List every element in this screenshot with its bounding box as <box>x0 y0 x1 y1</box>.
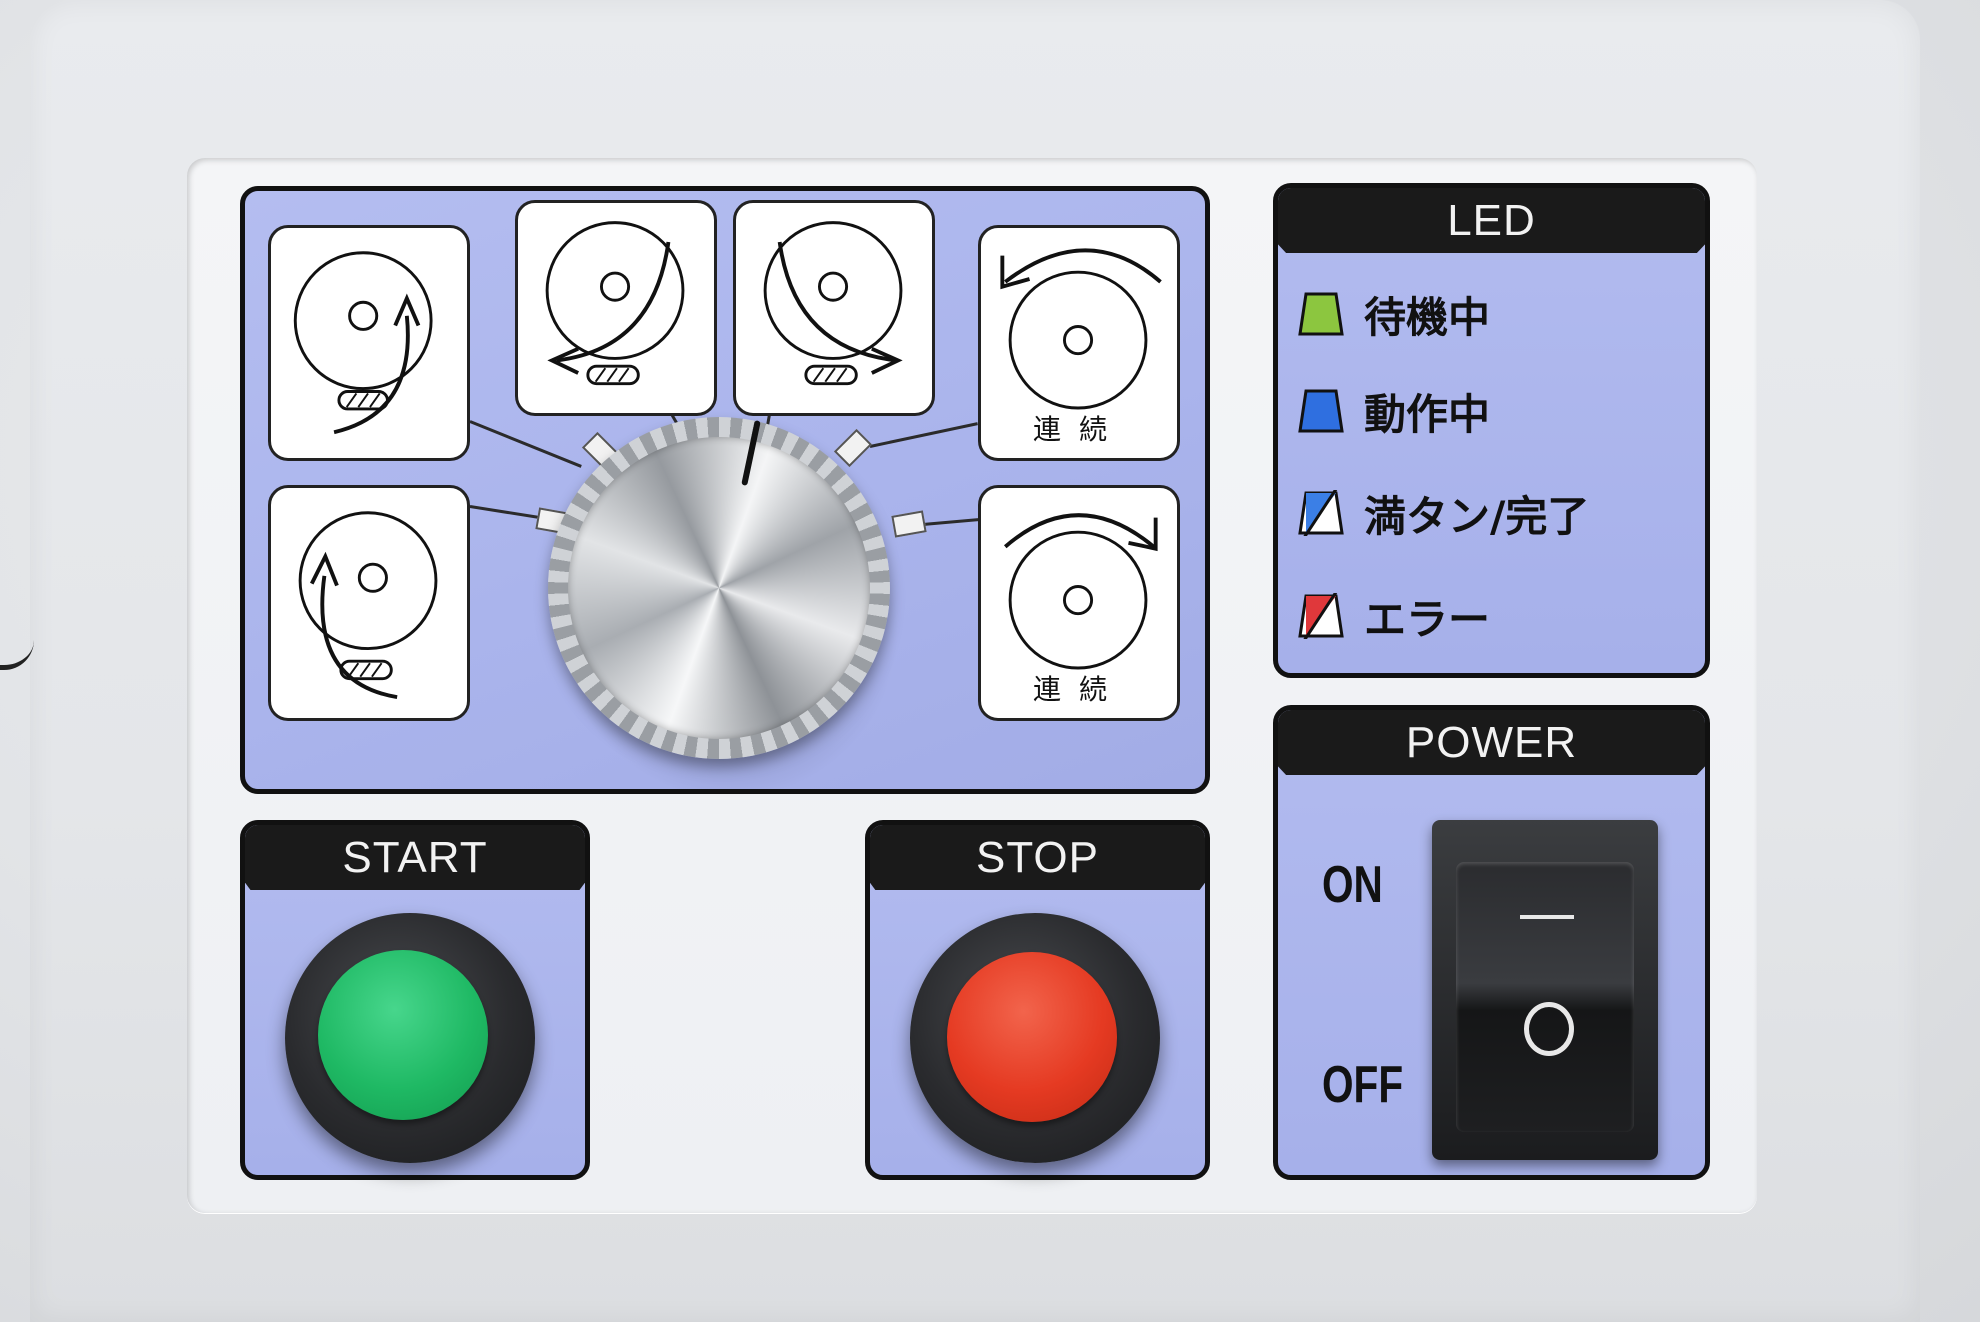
led-legend-section: LED 待機中 動作中 満タン/完了 エラー <box>1273 183 1710 678</box>
switch-off-mark <box>1524 1002 1574 1056</box>
led-red-blink-icon <box>1294 582 1344 654</box>
led-header: LED <box>1278 188 1705 253</box>
on-label: ON <box>1322 856 1383 914</box>
led-blue-blink-icon <box>1294 479 1344 551</box>
led-label: 動作中 <box>1364 389 1491 439</box>
mode-tile-rotate-right <box>733 200 935 416</box>
mode-tile-rotate-up-cw <box>268 485 470 721</box>
continuous-label: 連続 <box>1032 413 1125 446</box>
mode-tile-rotate-left <box>515 200 717 416</box>
knob-face[interactable] <box>568 437 870 739</box>
power-header: POWER <box>1278 710 1705 775</box>
reel-arrow-up-icon <box>293 251 433 435</box>
reel-arrow-left-icon <box>545 221 685 386</box>
power-rocker-switch[interactable] <box>1456 862 1634 1132</box>
led-item-standby: 待機中 <box>1298 284 1490 344</box>
led-label: エラー <box>1364 594 1491 644</box>
stop-header: STOP <box>870 825 1205 890</box>
led-green-icon <box>1298 291 1344 337</box>
mode-tile-continuous-cw: 連続 <box>978 485 1180 721</box>
mode-tile-continuous-ccw: 連続 <box>978 225 1180 461</box>
start-header: START <box>245 825 585 890</box>
led-item-running: 動作中 <box>1298 381 1490 441</box>
led-blue-icon <box>1298 388 1344 434</box>
reel-arrow-right-icon <box>763 221 903 386</box>
switch-on-mark <box>1520 915 1574 919</box>
led-label: 待機中 <box>1364 292 1491 342</box>
continuous-label: 連続 <box>1032 673 1125 706</box>
led-item-error: エラー <box>1294 582 1491 654</box>
reel-arrow-up-left-icon <box>298 511 438 700</box>
led-item-full: 満タン/完了 <box>1294 479 1590 551</box>
off-label: OFF <box>1322 1056 1404 1114</box>
stop-button[interactable] <box>947 952 1117 1122</box>
power-cable <box>0 620 34 670</box>
led-label: 満タン/完了 <box>1364 491 1590 541</box>
start-button[interactable] <box>318 950 488 1120</box>
mode-tile-rotate-up-ccw <box>268 225 470 461</box>
